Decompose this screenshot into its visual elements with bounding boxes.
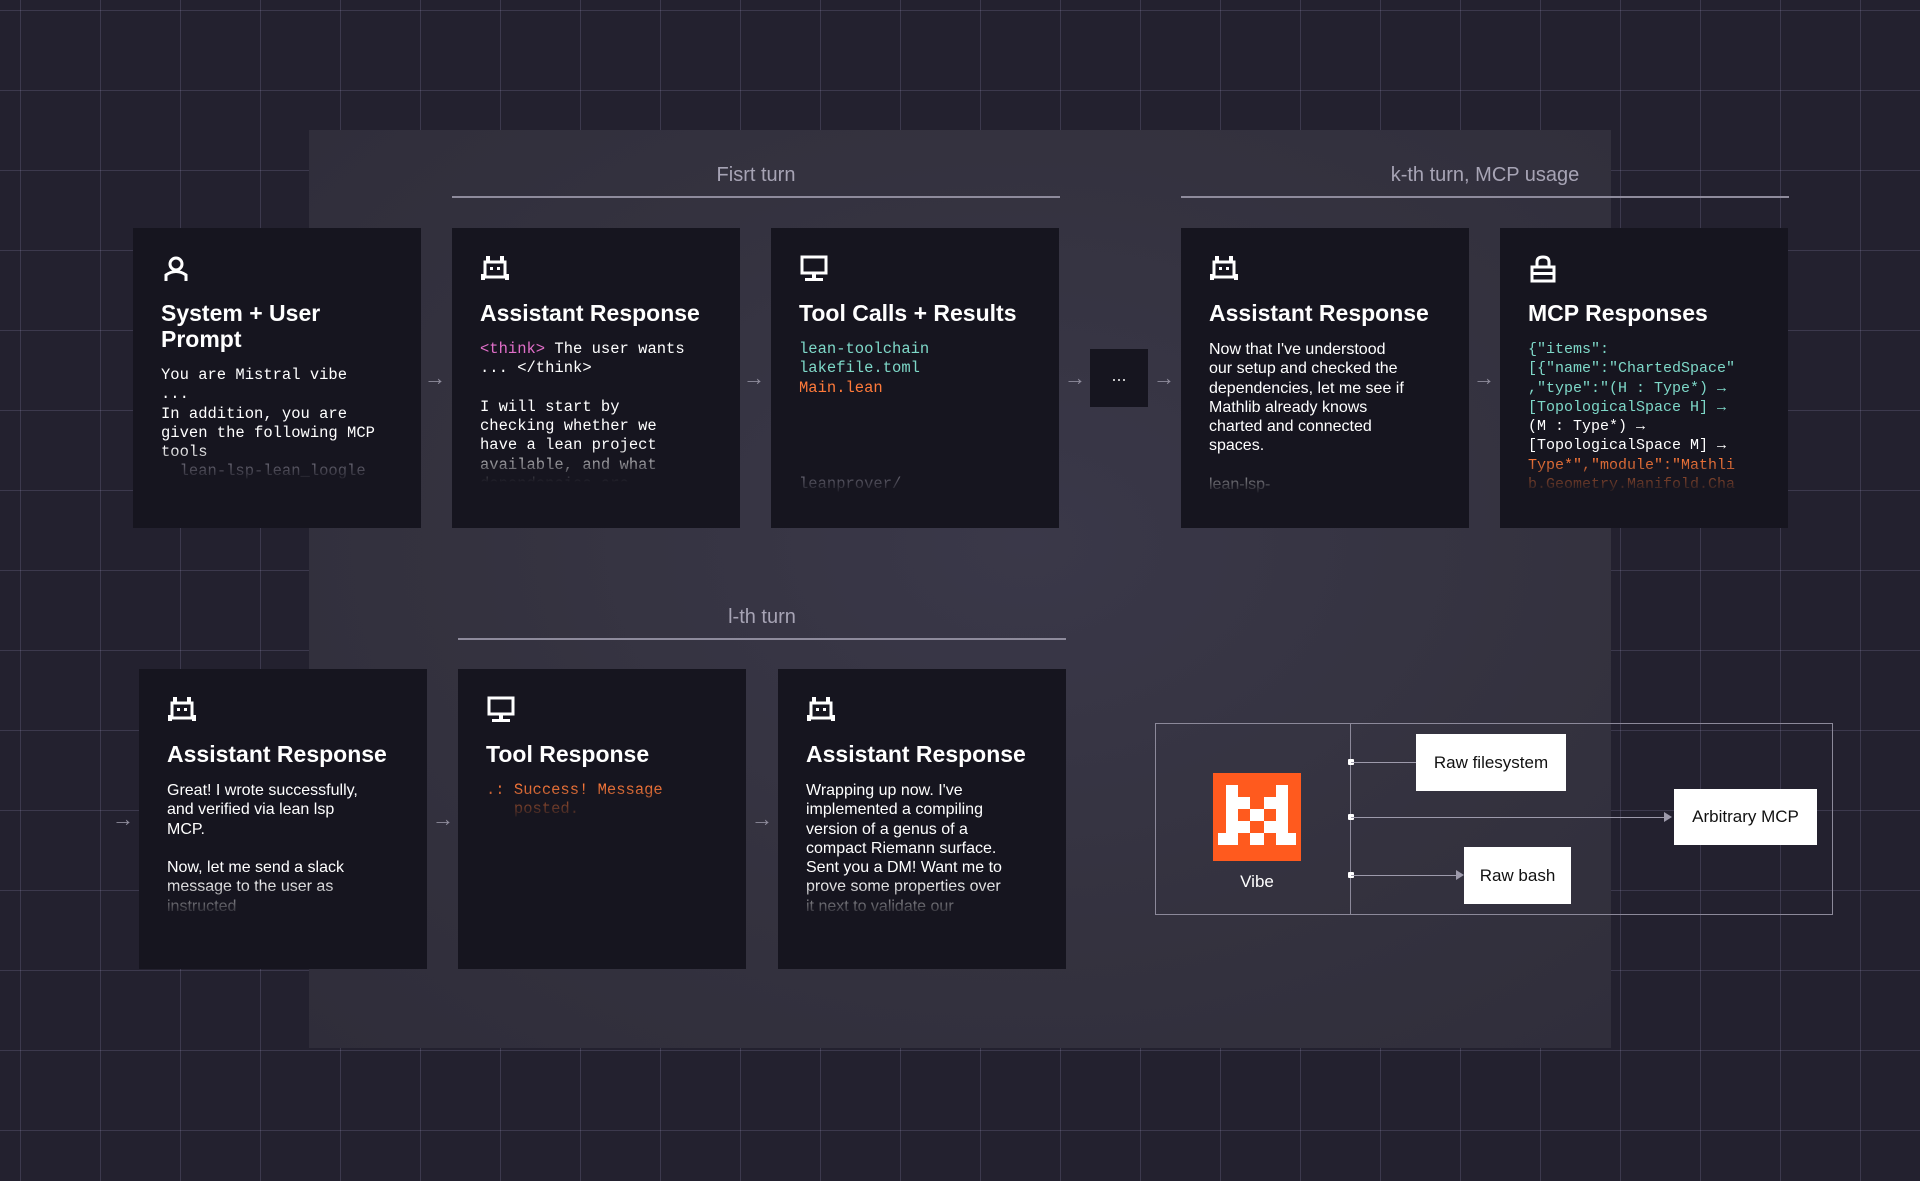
connector-arrowhead [1456, 870, 1464, 880]
computer-icon [800, 255, 828, 281]
tool-calls-results-card: Tool Calls + Results lean-toolchain lake… [771, 228, 1059, 528]
ellipsis-node: ... [1090, 349, 1148, 407]
card-title: Assistant Response [167, 741, 387, 767]
lth-turn-label: l-th turn [728, 606, 796, 628]
robot-icon [1210, 256, 1238, 280]
vibe-label: Vibe [1240, 872, 1274, 891]
lth-turn-line [458, 638, 1066, 640]
card-body: Now that I've understood our setup and c… [1209, 340, 1441, 495]
card-body: lean-toolchain lakefile.toml Main.lean l… [799, 340, 1031, 495]
card-title: System + User Prompt [161, 300, 321, 352]
first-turn-label: Fisrt turn [716, 164, 796, 186]
kth-turn-label: k-th turn, MCP usage [1390, 164, 1580, 186]
raw-bash-node: Raw bash [1464, 847, 1571, 904]
arrow-right: → [424, 365, 446, 390]
connector-line [1351, 817, 1665, 818]
arrow-right: → [1064, 365, 1086, 390]
card-body: You are Mistral vibe ... In addition, yo… [161, 366, 393, 482]
robot-icon [168, 697, 196, 721]
card-title: Assistant Response [480, 300, 700, 326]
person-icon [164, 256, 188, 281]
robot-icon [807, 697, 835, 721]
assistant-response-card-1: Assistant Response <think> The user want… [452, 228, 740, 528]
arrow-right: → [432, 806, 454, 831]
card-title: Tool Response [486, 741, 650, 767]
arrow-right: → [751, 806, 773, 831]
arrow-right: → [1473, 365, 1495, 390]
tool-response-card: Tool Response .: Success! Message posted… [458, 669, 746, 969]
system-user-prompt-card: System + User Prompt You are Mistral vib… [133, 228, 421, 528]
arrow-right: → [743, 365, 765, 390]
connector-arrowhead [1664, 812, 1672, 822]
card-title: MCP Responses [1528, 300, 1708, 326]
assistant-response-card-4: Assistant Response Wrapping up now. I've… [778, 669, 1066, 969]
card-body: .: Success! Message posted. [486, 781, 718, 820]
assistant-response-card-3: Assistant Response Great! I wrote succes… [139, 669, 427, 969]
arrow-right: → [112, 806, 134, 831]
card-title: Assistant Response [806, 741, 1026, 767]
arrow-right: → [1153, 365, 1175, 390]
card-body: Great! I wrote successfully, and verifie… [167, 781, 399, 917]
kth-turn-line [1181, 196, 1789, 198]
lock-icon [1530, 255, 1556, 283]
mcp-responses-card: MCP Responses {"items": [{"name":"Charte… [1500, 228, 1788, 528]
raw-filesystem-node: Raw filesystem [1416, 734, 1566, 791]
card-body: <think> The user wants ... </think> I wi… [480, 340, 712, 482]
card-title: Assistant Response [1209, 300, 1429, 326]
vibe-logo-icon [1213, 773, 1301, 861]
computer-icon [487, 696, 515, 722]
arbitrary-mcp-node: Arbitrary MCP [1674, 789, 1817, 845]
connector-line [1351, 762, 1425, 763]
first-turn-line [452, 196, 1060, 198]
card-body: Wrapping up now. I've implemented a comp… [806, 781, 1038, 917]
assistant-response-card-2: Assistant Response Now that I've underst… [1181, 228, 1469, 528]
card-title: Tool Calls + Results [799, 300, 1017, 326]
robot-icon [481, 256, 509, 280]
card-body: {"items": [{"name":"ChartedSpace" ,"type… [1528, 340, 1760, 495]
connector-line [1351, 875, 1457, 876]
